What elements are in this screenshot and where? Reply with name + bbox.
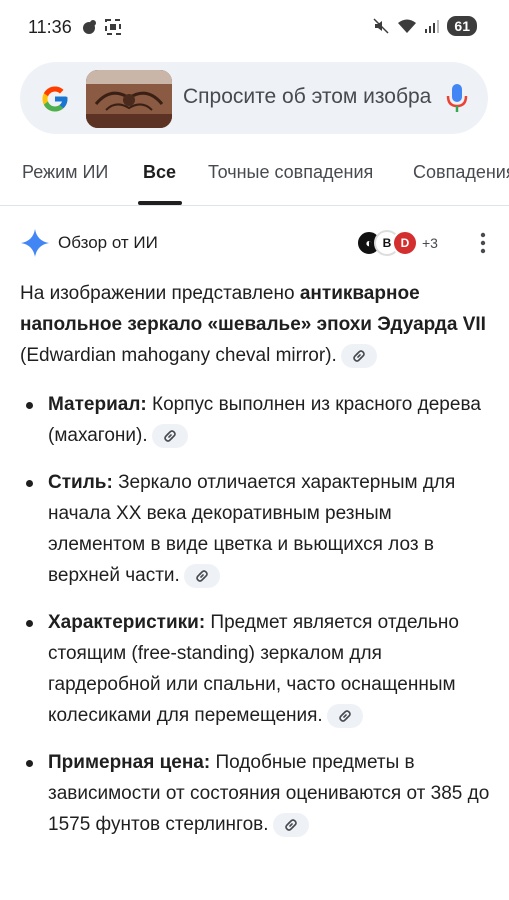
sparkle-icon	[21, 229, 49, 257]
list-item: Материал: Корпус выполнен из красного де…	[20, 389, 490, 451]
link-icon	[353, 350, 365, 362]
citation-link-button[interactable]	[326, 703, 363, 728]
battery-indicator: 61	[447, 16, 477, 36]
citation-link-button[interactable]	[151, 423, 188, 448]
search-tabs: Режим ИИ Все Точные совпадения Совпадени…	[0, 150, 509, 206]
source-count[interactable]: +3	[422, 235, 438, 251]
more-options-icon[interactable]	[480, 232, 486, 254]
status-right-icons: 61	[373, 16, 477, 36]
query-image-thumbnail[interactable]	[86, 70, 172, 128]
link-icon	[338, 710, 351, 722]
ai-overview-title: Обзор от ИИ	[58, 233, 158, 252]
search-bar[interactable]: Спросите об этом изобра	[20, 62, 488, 134]
status-left-icons	[80, 18, 122, 36]
active-tab-indicator	[138, 201, 182, 205]
microphone-icon[interactable]	[446, 82, 468, 114]
details-list: Материал: Корпус выполнен из красного де…	[20, 389, 490, 840]
intro-paragraph: На изображении представлено антикварное …	[20, 283, 486, 368]
status-time: 11:36	[28, 17, 72, 37]
link-icon	[196, 570, 208, 582]
source-favicon[interactable]: D	[392, 230, 418, 256]
list-item: Характеристики: Предмет является отдельн…	[20, 607, 490, 731]
tab-exact-matches[interactable]: Точные совпадения	[208, 162, 373, 183]
link-icon	[284, 819, 297, 831]
google-logo-icon	[42, 86, 68, 112]
list-item: Примерная цена: Подобные предметы в зави…	[20, 747, 490, 840]
link-icon	[163, 430, 176, 442]
weather-icon	[83, 20, 96, 34]
citation-link-button[interactable]	[272, 812, 309, 837]
search-input[interactable]: Спросите об этом изобра	[183, 85, 435, 109]
citation-link-button[interactable]	[183, 563, 220, 588]
source-favicons[interactable]: ◐ В D +3	[356, 230, 438, 256]
wifi-icon	[398, 19, 417, 33]
tab-ai-mode[interactable]: Режим ИИ	[22, 162, 108, 183]
ai-overview-header: Обзор от ИИ ◐ В D +3	[20, 226, 490, 262]
signal-icon	[425, 20, 440, 33]
mute-icon	[373, 18, 389, 34]
list-item: Стиль: Зеркало отличается характерным дл…	[20, 467, 490, 591]
citation-link-button[interactable]	[340, 343, 377, 368]
ai-overview-body: На изображении представлено антикварное …	[20, 278, 490, 856]
tab-visual-matches[interactable]: Совпадения	[413, 162, 509, 183]
tab-all[interactable]: Все	[143, 162, 176, 183]
status-bar: 11:36 61	[0, 0, 509, 56]
screenshot-icon	[105, 19, 121, 35]
